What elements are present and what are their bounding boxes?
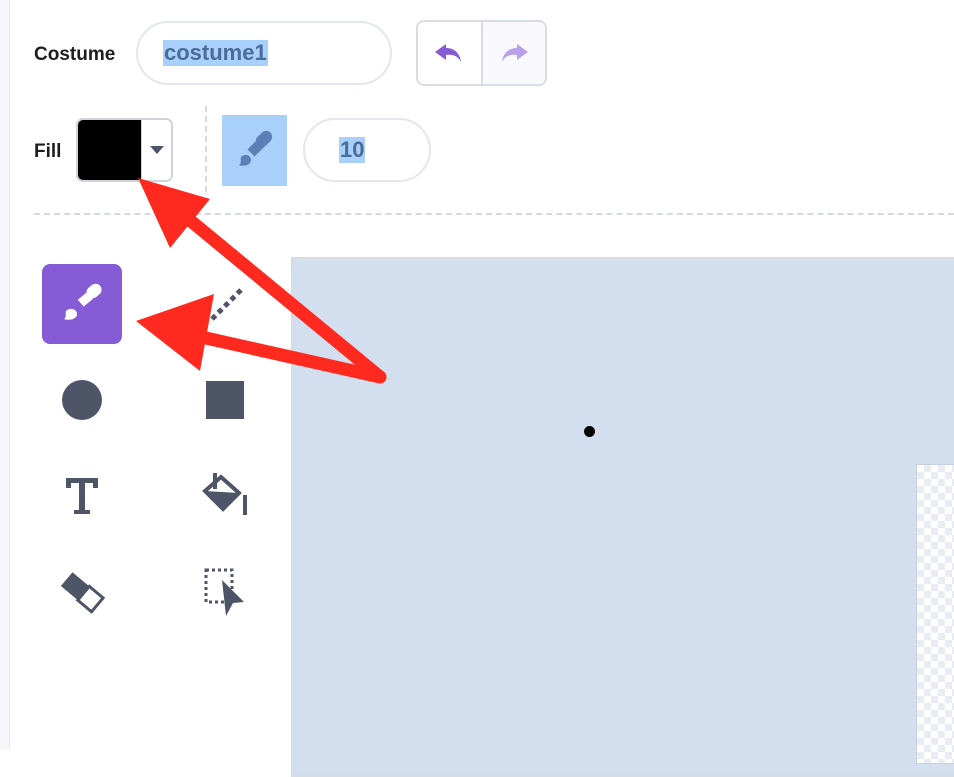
annotation-arrows — [136, 178, 387, 384]
arrow-to-fill-head — [138, 178, 210, 248]
arrow-to-brush-head — [136, 294, 214, 371]
